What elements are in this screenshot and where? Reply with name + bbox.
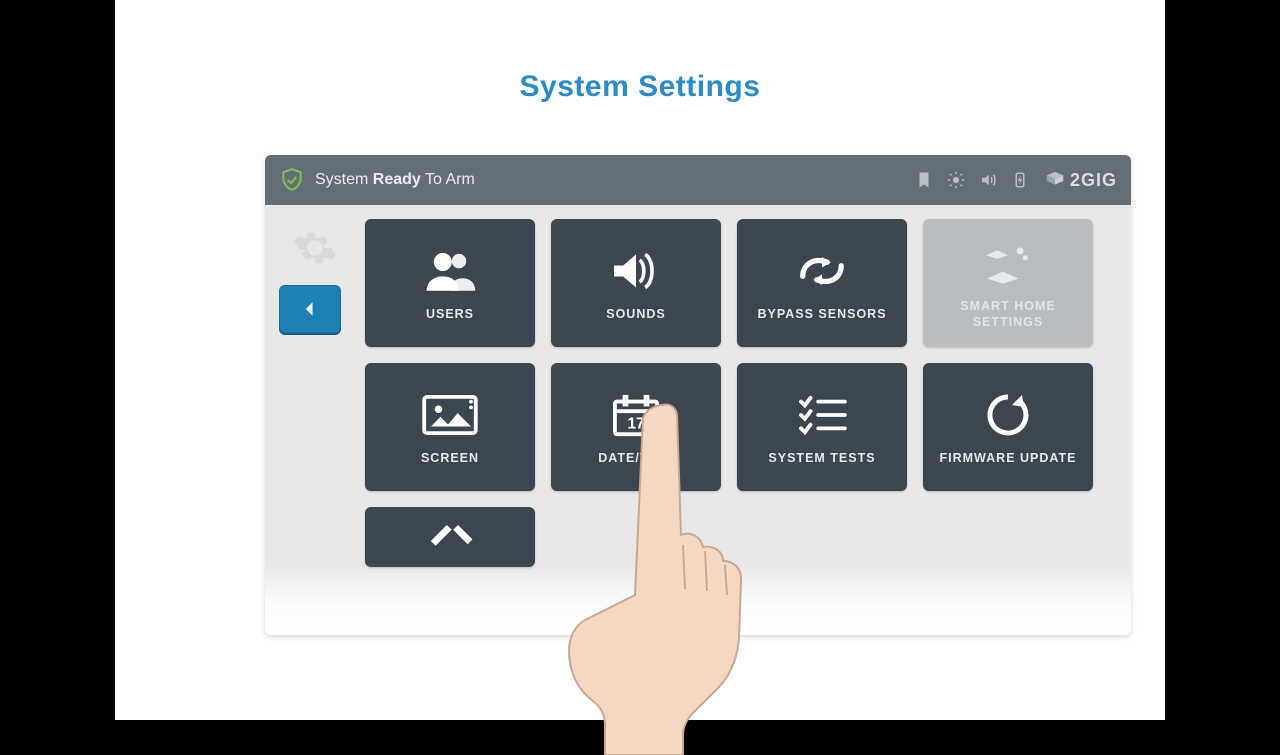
brightness-icon[interactable] bbox=[947, 171, 965, 189]
page-title: System Settings bbox=[115, 70, 1165, 104]
smart-home-icon bbox=[982, 235, 1034, 291]
status-bar: System Ready To Arm 2GIG bbox=[265, 155, 1131, 205]
settings-panel: System Ready To Arm 2GIG bbox=[265, 155, 1131, 635]
brand-logo: 2GIG bbox=[1044, 169, 1117, 191]
shield-icon bbox=[279, 167, 305, 193]
power-icon[interactable] bbox=[1011, 171, 1029, 189]
tile-label: SCREEN bbox=[421, 451, 479, 467]
bypass-icon bbox=[795, 243, 849, 299]
tile-smart-home: SMART HOME SETTINGS bbox=[923, 219, 1093, 347]
volume-icon[interactable] bbox=[979, 171, 997, 189]
tile-label: FIRMWARE UPDATE bbox=[940, 451, 1077, 467]
screen-icon bbox=[421, 387, 479, 443]
tools-icon bbox=[425, 513, 475, 553]
status-text: System Ready To Arm bbox=[315, 171, 475, 189]
tile-label: SYSTEM TESTS bbox=[768, 451, 875, 467]
calendar-icon: 17 bbox=[611, 387, 661, 443]
tiles-grid: USERS SOUNDS BYPASS SENSORS SMART HOME S… bbox=[365, 219, 1117, 567]
users-icon bbox=[423, 243, 477, 299]
back-button[interactable] bbox=[279, 285, 341, 333]
tile-screen[interactable]: SCREEN bbox=[365, 363, 535, 491]
refresh-icon bbox=[984, 387, 1032, 443]
tile-bypass-sensors[interactable]: BYPASS SENSORS bbox=[737, 219, 907, 347]
tile-sounds[interactable]: SOUNDS bbox=[551, 219, 721, 347]
tile-date-time[interactable]: 17 DATE/TIME bbox=[551, 363, 721, 491]
sound-icon bbox=[608, 243, 664, 299]
gear-icon bbox=[292, 225, 338, 271]
tile-label: SMART HOME SETTINGS bbox=[923, 299, 1093, 330]
tile-partial[interactable] bbox=[365, 507, 535, 567]
checklist-icon bbox=[797, 387, 847, 443]
tile-system-tests[interactable]: SYSTEM TESTS bbox=[737, 363, 907, 491]
svg-text:17: 17 bbox=[627, 416, 644, 433]
bottom-fade bbox=[265, 565, 1131, 635]
tile-label: SOUNDS bbox=[606, 307, 665, 323]
tile-users[interactable]: USERS bbox=[365, 219, 535, 347]
bookmark-icon[interactable] bbox=[915, 171, 933, 189]
tile-label: USERS bbox=[426, 307, 474, 323]
tile-label: BYPASS SENSORS bbox=[757, 307, 886, 323]
tile-firmware-update[interactable]: FIRMWARE UPDATE bbox=[923, 363, 1093, 491]
tile-label: DATE/TIME bbox=[598, 451, 673, 467]
